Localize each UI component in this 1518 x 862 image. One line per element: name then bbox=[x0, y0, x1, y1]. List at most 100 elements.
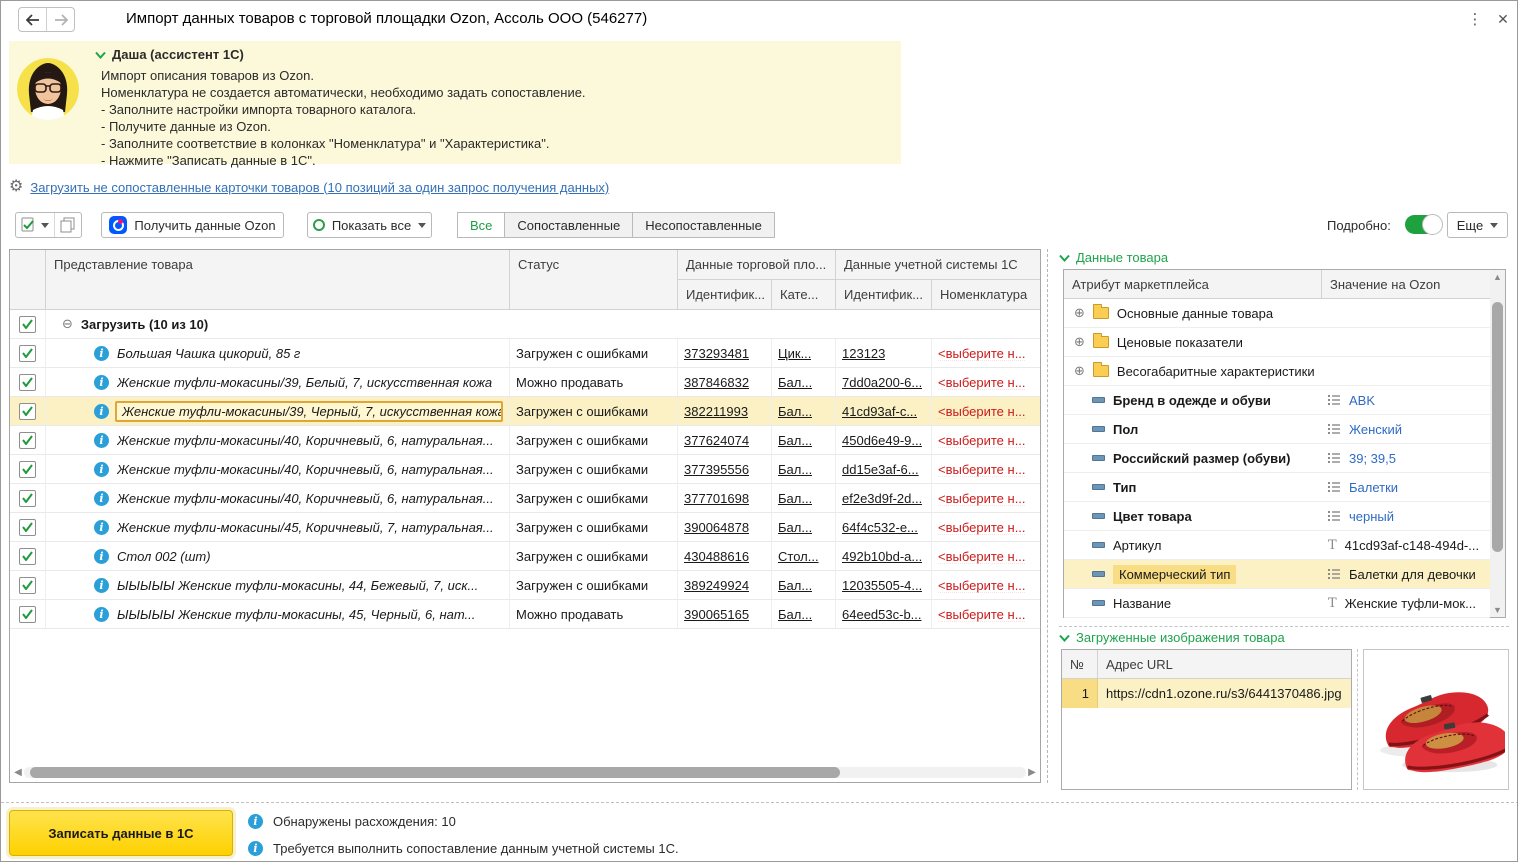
table-row[interactable]: iЖенские туфли-мокасины/45, Коричневый, … bbox=[10, 513, 1040, 542]
category-link[interactable]: Бал... bbox=[778, 462, 812, 477]
image-url-row-selected[interactable]: 1 https://cdn1.ozone.ru/s3/6441370486.jp… bbox=[1062, 679, 1351, 708]
attribute-row[interactable]: Артикул T41cd93af-c148-494d-... bbox=[1064, 531, 1490, 560]
scrollbar-thumb[interactable] bbox=[1492, 302, 1503, 552]
choose-nomenclature-link[interactable]: <выберите н... bbox=[938, 346, 1026, 361]
row-checkbox[interactable] bbox=[19, 606, 36, 623]
info-icon[interactable]: i bbox=[94, 578, 109, 593]
detail-toggle[interactable] bbox=[1405, 215, 1442, 234]
scroll-up-icon[interactable]: ▲ bbox=[1490, 272, 1505, 282]
ozon-id-link[interactable]: 387846832 bbox=[684, 375, 749, 390]
header-accounting-group[interactable]: Данные учетной системы 1С bbox=[836, 250, 1040, 280]
attribute-value-link[interactable]: Балетки bbox=[1349, 480, 1398, 495]
header-1c-id[interactable]: Идентифик... bbox=[836, 280, 932, 310]
row-checkbox[interactable] bbox=[19, 432, 36, 449]
scroll-right-icon[interactable]: ▶ bbox=[1026, 767, 1038, 778]
row-checkbox[interactable] bbox=[19, 374, 36, 391]
choose-nomenclature-link[interactable]: <выберите н... bbox=[938, 462, 1026, 477]
attribute-row[interactable]: Российский размер (обуви) 39; 39,5 bbox=[1064, 444, 1490, 473]
choose-nomenclature-link[interactable]: <выберите н... bbox=[938, 520, 1026, 535]
attribute-group-row[interactable]: ⊕Ценовые показатели bbox=[1064, 328, 1490, 357]
header-url[interactable]: Адрес URL bbox=[1098, 650, 1351, 679]
row-checkbox[interactable] bbox=[19, 548, 36, 565]
header-value[interactable]: Значение на Ozon bbox=[1322, 270, 1490, 299]
ozon-id-link[interactable]: 390064878 bbox=[684, 520, 749, 535]
category-link[interactable]: Бал... bbox=[778, 375, 812, 390]
save-to-1c-button[interactable]: Записать данные в 1С bbox=[9, 810, 233, 856]
info-icon[interactable]: i bbox=[94, 375, 109, 390]
id-1c-link[interactable]: 492b10bd-a... bbox=[842, 549, 922, 564]
choose-nomenclature-link[interactable]: <выберите н... bbox=[938, 607, 1026, 622]
header-marketplace-group[interactable]: Данные торговой пло... bbox=[678, 250, 836, 280]
table-row[interactable]: iСтол 002 (шт) Загружен с ошибками 43048… bbox=[10, 542, 1040, 571]
id-1c-link[interactable]: dd15e3af-6... bbox=[842, 462, 919, 477]
row-checkbox[interactable] bbox=[19, 577, 36, 594]
attribute-value-link[interactable]: ABK bbox=[1349, 393, 1375, 408]
row-checkbox[interactable] bbox=[19, 403, 36, 420]
expand-icon[interactable]: ⊕ bbox=[1074, 334, 1085, 350]
ozon-id-link[interactable]: 377395556 bbox=[684, 462, 749, 477]
id-1c-link[interactable]: 41cd93af-c... bbox=[842, 404, 917, 419]
scroll-left-icon[interactable]: ◀ bbox=[12, 767, 24, 778]
category-link[interactable]: Бал... bbox=[778, 404, 812, 419]
table-row[interactable]: iЫЫЫЫЫ Женские туфли-мокасины, 44, Бежев… bbox=[10, 571, 1040, 600]
category-link[interactable]: Бал... bbox=[778, 520, 812, 535]
category-link[interactable]: Бал... bbox=[778, 578, 812, 593]
row-checkbox[interactable] bbox=[19, 519, 36, 536]
id-1c-link[interactable]: 450d6e49-9... bbox=[842, 433, 922, 448]
header-attribute[interactable]: Атрибут маркетплейса bbox=[1064, 270, 1322, 299]
category-link[interactable]: Цик... bbox=[778, 346, 811, 361]
expand-icon[interactable]: ⊕ bbox=[1074, 305, 1085, 321]
group-row[interactable]: ⊖ Загрузить (10 из 10) bbox=[10, 310, 1040, 339]
attribute-value-link[interactable]: 39; 39,5 bbox=[1349, 451, 1396, 466]
table-row[interactable]: iБольшая Чашка цикорий, 85 г Загружен с … bbox=[10, 339, 1040, 368]
ozon-id-link[interactable]: 382211993 bbox=[684, 404, 748, 419]
get-ozon-data-button[interactable]: Получить данные Ozon bbox=[101, 212, 284, 238]
group-checkbox[interactable] bbox=[19, 316, 36, 333]
forward-button[interactable] bbox=[46, 8, 74, 31]
header-nomenclature[interactable]: Номенклатура bbox=[932, 280, 1040, 310]
horizontal-scrollbar[interactable]: ◀ ▶ bbox=[12, 766, 1038, 779]
ozon-id-link[interactable]: 373293481 bbox=[684, 346, 749, 361]
table-row[interactable]: iЫЫЫЫЫ Женские туфли-мокасины, 45, Черны… bbox=[10, 600, 1040, 629]
ozon-id-link[interactable]: 377701698 bbox=[684, 491, 749, 506]
choose-nomenclature-link[interactable]: <выберите н... bbox=[938, 433, 1026, 448]
scrollbar-thumb[interactable] bbox=[30, 767, 840, 778]
attribute-row[interactable]: Цвет товара черный bbox=[1064, 502, 1490, 531]
expand-icon[interactable]: ⊕ bbox=[1074, 363, 1085, 379]
panel-splitter[interactable] bbox=[1047, 249, 1048, 783]
attribute-row[interactable]: Бренд в одежде и обуви ABK bbox=[1064, 386, 1490, 415]
show-all-button[interactable]: Показать все bbox=[307, 212, 432, 238]
table-row[interactable]: iЖенские туфли-мокасины/40, Коричневый, … bbox=[10, 426, 1040, 455]
info-icon[interactable]: i bbox=[94, 549, 109, 564]
images-section-header[interactable]: Загруженные изображения товара bbox=[1059, 630, 1285, 645]
table-row[interactable]: iЖенские туфли-мокасины/40, Коричневый, … bbox=[10, 455, 1040, 484]
choose-nomenclature-link[interactable]: <выберите н... bbox=[938, 578, 1026, 593]
attribute-value-link[interactable]: черный bbox=[1349, 509, 1394, 524]
id-1c-link[interactable]: 123123 bbox=[842, 346, 885, 361]
copy-button[interactable] bbox=[54, 213, 81, 237]
vertical-scrollbar[interactable]: ▲ ▼ bbox=[1490, 270, 1505, 617]
choose-nomenclature-link[interactable]: <выберите н... bbox=[938, 491, 1026, 506]
product-data-section-header[interactable]: Данные товара bbox=[1059, 250, 1168, 265]
info-icon[interactable]: i bbox=[94, 462, 109, 477]
attribute-row[interactable]: Тип Балетки bbox=[1064, 473, 1490, 502]
row-checkbox[interactable] bbox=[19, 345, 36, 362]
header-category[interactable]: Кате... bbox=[772, 280, 836, 310]
header-product-name[interactable]: Представление товара bbox=[46, 250, 510, 310]
load-unmatched-link[interactable]: Загрузить не сопоставленные карточки тов… bbox=[30, 180, 609, 195]
row-checkbox[interactable] bbox=[19, 461, 36, 478]
id-1c-link[interactable]: 64f4c532-e... bbox=[842, 520, 918, 535]
id-1c-link[interactable]: 64eed53c-b... bbox=[842, 607, 922, 622]
scroll-down-icon[interactable]: ▼ bbox=[1490, 605, 1505, 615]
assistant-header[interactable]: Даша (ассистент 1С) bbox=[95, 47, 244, 62]
category-link[interactable]: Бал... bbox=[778, 607, 812, 622]
more-button[interactable]: Еще bbox=[1447, 212, 1508, 238]
collapse-icon[interactable]: ⊖ bbox=[62, 316, 73, 332]
close-icon[interactable]: ✕ bbox=[1493, 9, 1513, 29]
info-icon[interactable]: i bbox=[94, 491, 109, 506]
table-row[interactable]: iЖенские туфли-мокасины/39, Белый, 7, ис… bbox=[10, 368, 1040, 397]
header-ozon-id[interactable]: Идентифик... bbox=[678, 280, 772, 310]
id-1c-link[interactable]: ef2e3d9f-2d... bbox=[842, 491, 922, 506]
category-link[interactable]: Стол... bbox=[778, 549, 819, 564]
table-row-selected[interactable]: iЖенские туфли-мокасины/39, Черный, 7, и… bbox=[10, 397, 1040, 426]
